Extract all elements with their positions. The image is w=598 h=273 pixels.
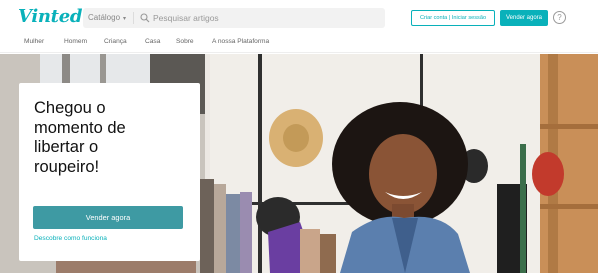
search-icon <box>140 13 150 23</box>
how-it-works-link[interactable]: Descobre como funciona <box>34 235 107 242</box>
nav-item-crianca[interactable]: Criança <box>104 38 127 45</box>
search-bar[interactable]: Catálogo ▾ Pesquisar artigos <box>83 8 385 28</box>
help-icon[interactable]: ? <box>553 11 566 24</box>
hero-headline: Chegou o momento de libertar o roupeiro! <box>34 99 194 177</box>
vinted-logo[interactable]: Vinted <box>18 6 82 27</box>
nav-item-homem[interactable]: Homem <box>64 38 87 45</box>
category-nav: Mulher Homem Criança Casa Sobre A nossa … <box>0 33 598 53</box>
headline-line-1: Chegou o <box>34 99 106 117</box>
catalog-dropdown[interactable]: Catálogo ▾ <box>88 8 126 28</box>
nav-item-plataforma[interactable]: A nossa Plataforma <box>212 38 269 45</box>
catalog-label: Catálogo <box>88 13 121 22</box>
nav-item-mulher[interactable]: Mulher <box>24 38 44 45</box>
hero-banner: Chegou o momento de libertar o roupeiro!… <box>0 54 598 273</box>
headline-line-4: roupeiro! <box>34 157 100 176</box>
top-header: Vinted Catálogo ▾ Pesquisar artigos Criar… <box>0 0 598 33</box>
search-input[interactable]: Pesquisar artigos <box>153 8 219 28</box>
nav-item-casa[interactable]: Casa <box>145 38 160 45</box>
signup-login-button[interactable]: Criar conta | Iniciar sessão <box>411 10 495 26</box>
hero-sell-now-button[interactable]: Vender agora <box>33 206 183 229</box>
headline-line-3: libertar o <box>34 138 99 156</box>
headline-line-2: momento de <box>34 118 126 137</box>
chevron-down-icon: ▾ <box>123 16 127 22</box>
nav-item-sobre[interactable]: Sobre <box>176 38 194 45</box>
sell-now-button[interactable]: Vender agora <box>500 10 548 26</box>
hero-card: Chegou o momento de libertar o roupeiro!… <box>19 83 200 261</box>
search-divider <box>133 12 134 24</box>
